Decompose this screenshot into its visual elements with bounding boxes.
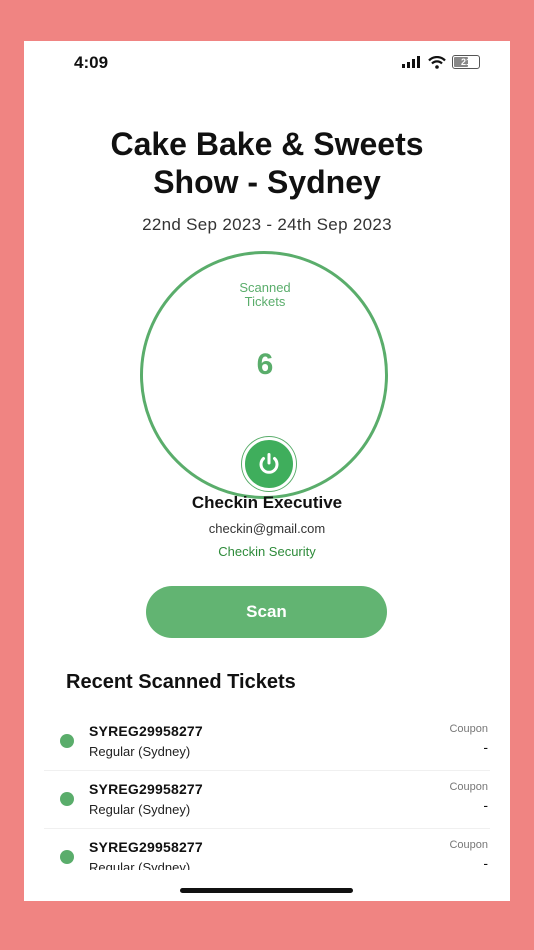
status-bar: 4:09 21 [24,53,510,75]
ticket-code: SYREG29958277 [89,723,203,739]
ticket-type: Regular (Sydney) [89,802,191,817]
ticket-code: SYREG29958277 [89,781,203,797]
coupon-value: - [483,855,488,870]
event-title-line1: Cake Bake & Sweets [110,126,424,162]
scan-button[interactable]: Scan [146,586,387,638]
battery-level: 21 [460,57,471,67]
recent-scanned-title: Recent Scanned Tickets [66,671,296,693]
status-dot [60,850,74,864]
wifi-icon [428,55,446,69]
coupon-label: Coupon [449,781,488,793]
ticket-type: Regular (Sydney) [89,860,191,870]
list-item[interactable]: SYREG29958277 Regular (Sydney) Coupon - [44,713,490,771]
battery-icon: 21 [452,55,480,69]
status-time: 4:09 [74,53,109,72]
ticket-code: SYREG29958277 [89,839,203,855]
event-title: Cake Bake & Sweets Show - Sydney [44,125,490,201]
power-icon [259,453,279,474]
app-screen: 4:09 21 Cake Bake & Sweets Show - Sydney… [24,41,510,901]
scanned-label-line1: Scanned [239,280,291,295]
list-item[interactable]: SYREG29958277 Regular (Sydney) Coupon - [44,829,490,870]
scanned-tickets-label: Scanned Tickets [140,281,390,309]
coupon-label: Coupon [449,723,488,735]
status-icons: 21 [402,55,480,69]
user-role: Checkin Security [218,544,316,559]
scanned-label-line2: Tickets [244,294,286,309]
user-email: checkin@gmail.com [208,521,326,536]
scanned-tickets-ring: Scanned Tickets 6 [140,251,390,499]
scanned-tickets-count: 6 [256,348,274,381]
recent-tickets-list[interactable]: SYREG29958277 Regular (Sydney) Coupon - … [24,713,510,870]
status-dot [60,792,74,806]
power-button[interactable] [242,437,296,491]
coupon-value: - [483,739,488,755]
ticket-type: Regular (Sydney) [89,744,191,759]
coupon-label: Coupon [449,839,488,851]
event-dates: 22nd Sep 2023 - 24th Sep 2023 [142,215,392,234]
status-dot [60,734,74,748]
user-name: Checkin Executive [191,493,343,512]
event-title-line2: Show - Sydney [153,164,381,200]
signal-icon [402,56,420,68]
list-item[interactable]: SYREG29958277 Regular (Sydney) Coupon - [44,771,490,829]
home-indicator[interactable] [180,888,353,893]
coupon-value: - [483,797,488,813]
